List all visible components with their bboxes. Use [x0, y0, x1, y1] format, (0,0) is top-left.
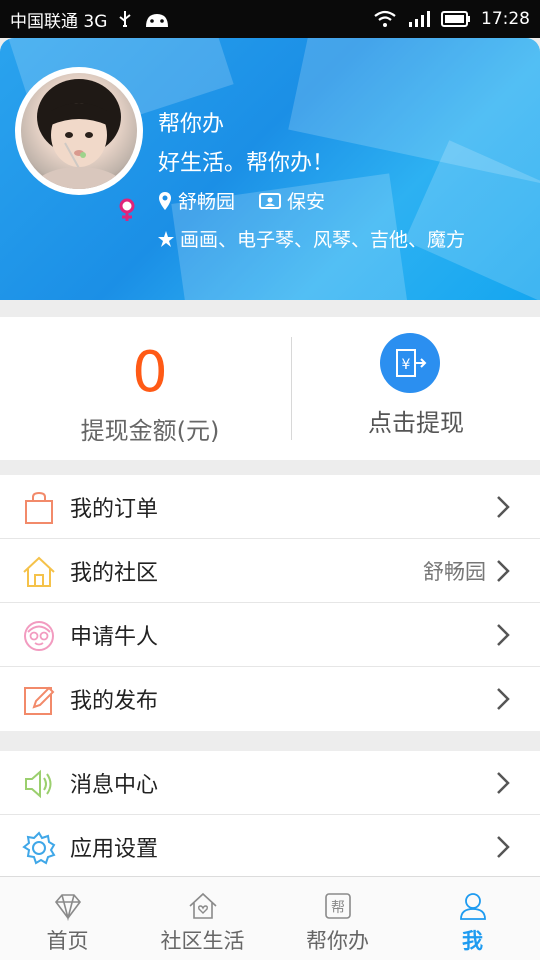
hobbies-text: 画画、电子琴、风琴、吉他、魔方 [180, 229, 466, 251]
chevron-right-icon [497, 836, 510, 858]
house-heart-icon [188, 892, 217, 919]
bottom-tab-bar: 首页 社区生活 帮 帮你办 我 [0, 876, 540, 960]
menu-item-value: 舒畅园 [423, 559, 486, 584]
menu-item-label: 申请牛人 [70, 624, 159, 650]
android-icon [146, 14, 169, 27]
profile-slogan: 好生活。帮你办！ [158, 151, 335, 176]
profile-header: 帮你办 好生活。帮你办！ 舒畅园 保安 画画、电子琴、风琴、吉他、魔方 [0, 38, 540, 300]
menu-item-label: 应用设置 [70, 837, 159, 862]
menu-item-label: 我的订单 [70, 496, 159, 522]
house-icon [23, 556, 55, 587]
menu-item-label: 我的发布 [70, 689, 159, 714]
tab-label: 首页 [46, 929, 89, 953]
wifi-icon [374, 10, 396, 27]
bang-stamp-icon: 帮 [324, 893, 351, 919]
profile-community: 舒畅园 [178, 191, 236, 213]
withdraw-icon[interactable]: ¥ [380, 333, 440, 393]
tab-community-life[interactable]: 社区生活 [135, 877, 270, 960]
avatar-photo [21, 73, 137, 189]
status-right: 17:28 [373, 9, 530, 29]
menu-group-2: 消息中心 应用设置 [0, 751, 540, 879]
chevron-right-icon [497, 772, 510, 794]
carrier-text: 中国联通 3G [10, 11, 108, 32]
battery-icon [441, 11, 470, 27]
location-pin-icon [159, 191, 171, 210]
withdraw-amount: 0 [132, 340, 168, 405]
menu-item-community[interactable]: 我的社区 舒畅园 [0, 539, 540, 603]
gear-icon [22, 831, 56, 865]
menu-item-messages[interactable]: 消息中心 [0, 751, 540, 815]
menu-item-label: 我的社区 [70, 560, 159, 586]
withdraw-panel: 0 提现金额(元) ¥ 点击提现 [0, 317, 540, 460]
chevron-right-icon [497, 496, 510, 518]
status-left: 中国联通 3G [10, 7, 171, 32]
menu-group-1: 我的订单 我的社区 舒畅园 申请牛人 我的发布 [0, 475, 540, 731]
withdraw-amount-label: 提现金额(元) [80, 417, 220, 445]
menu-item-label: 消息中心 [70, 772, 159, 798]
chevron-right-icon [497, 624, 510, 646]
avatar-glasses-icon [24, 621, 54, 651]
menu-item-settings[interactable]: 应用设置 [0, 815, 540, 879]
shopping-bag-icon [25, 491, 53, 524]
profile-job: 保安 [287, 191, 326, 213]
menu-item-my-posts[interactable]: 我的发布 [0, 667, 540, 731]
star-icon [158, 230, 174, 247]
withdraw-button[interactable]: 点击提现 [292, 403, 540, 438]
usb-icon [119, 11, 132, 27]
edit-icon [24, 686, 55, 715]
speaker-icon [25, 769, 52, 799]
id-card-icon [259, 192, 282, 209]
tab-label: 我 [462, 929, 483, 953]
status-time: 17:28 [481, 9, 530, 29]
profile-name: 帮你办 [158, 112, 225, 137]
signal-icon [409, 11, 430, 27]
avatar[interactable] [15, 67, 143, 195]
status-bar: 中国联通 3G 17:28 [0, 0, 540, 38]
user-icon [459, 893, 486, 920]
profile-meta: 舒畅园 保安 [158, 187, 325, 214]
svg-text:¥: ¥ [402, 357, 411, 373]
tab-label: 社区生活 [160, 929, 245, 953]
tab-home[interactable]: 首页 [0, 877, 135, 960]
diamond-icon [54, 894, 81, 921]
tab-me[interactable]: 我 [405, 877, 540, 960]
tab-help-do[interactable]: 帮 帮你办 [270, 877, 405, 960]
chevron-right-icon [497, 688, 510, 710]
chevron-right-icon [497, 560, 510, 582]
menu-item-orders[interactable]: 我的订单 [0, 475, 540, 539]
profile-hobbies: 画画、电子琴、风琴、吉他、魔方 [158, 225, 465, 252]
menu-item-apply-expert[interactable]: 申请牛人 [0, 603, 540, 667]
svg-text:帮: 帮 [331, 900, 345, 916]
female-icon [116, 198, 138, 222]
tab-label: 帮你办 [306, 929, 369, 953]
